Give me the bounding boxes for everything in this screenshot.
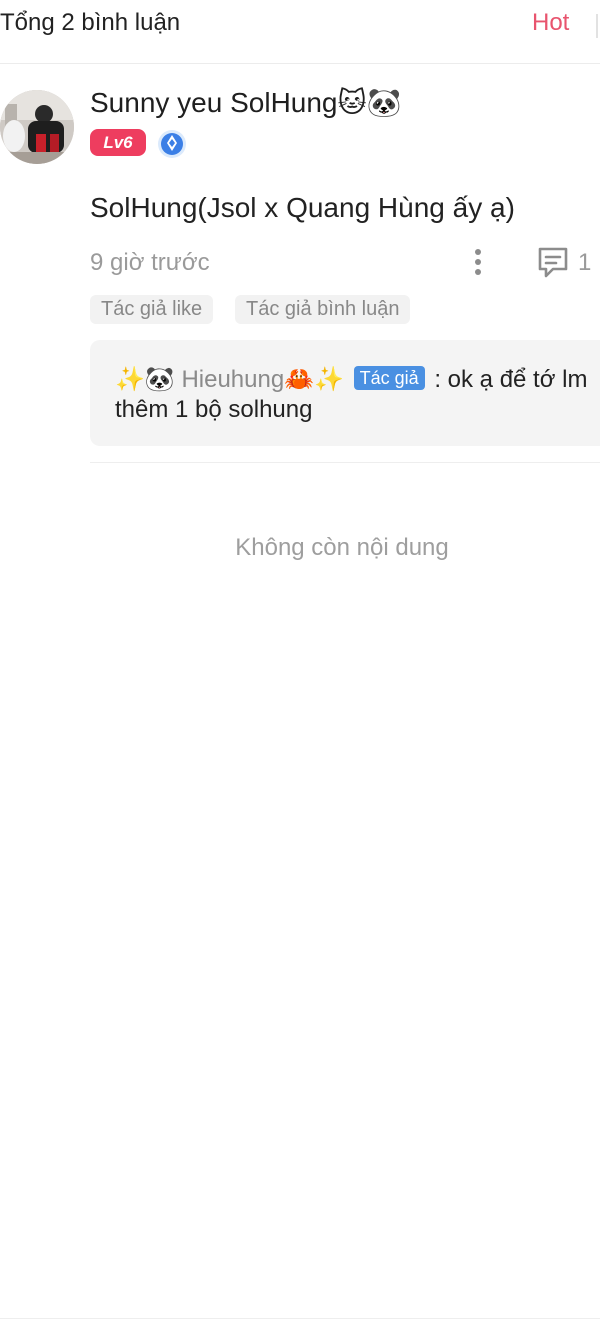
reply-prefix: ✨🐼 <box>115 366 182 393</box>
divider <box>90 462 600 463</box>
tag-author-liked: Tác giả like <box>90 295 214 324</box>
comment-time: 9 giờ trước <box>90 249 210 276</box>
reply-text: : ok ạ để tớ lm <box>434 366 588 393</box>
avatar[interactable] <box>0 90 74 164</box>
comment-count-title: Tổng 2 bình luận <box>0 9 181 36</box>
reply-user-name[interactable]: Hieuhung🦀✨ <box>181 366 344 393</box>
reply-text-continued: thêm 1 bộ solhung <box>115 396 313 423</box>
medal-icon <box>157 129 187 159</box>
reply-count: 1 <box>578 249 592 276</box>
comment-user-name[interactable]: Sunny yeu SolHung🐱🐼 <box>90 86 402 119</box>
reply-button[interactable]: 1 <box>536 244 596 282</box>
author-badge: Tác giả <box>353 366 425 390</box>
header-divider <box>596 14 598 38</box>
sort-hot-button[interactable]: Hot <box>532 9 569 37</box>
bottom-divider <box>0 1318 600 1319</box>
more-vertical-icon[interactable] <box>466 246 490 278</box>
level-badge: Lv6 <box>90 129 146 156</box>
tag-author-commented: Tác giả bình luận <box>235 295 411 324</box>
reply-line-1: ✨🐼 Hieuhung🦀✨ Tác giả : ok ạ để tớ lm <box>115 365 587 394</box>
comment-icon <box>538 247 568 278</box>
comments-header: Tổng 2 bình luận Hot <box>0 0 600 64</box>
no-more-content: Không còn nội dung <box>235 534 449 561</box>
comment-text: SolHung(Jsol x Quang Hùng ấy ạ) <box>90 192 515 223</box>
reply-preview[interactable]: ✨🐼 Hieuhung🦀✨ Tác giả : ok ạ để tớ lm th… <box>90 340 600 446</box>
